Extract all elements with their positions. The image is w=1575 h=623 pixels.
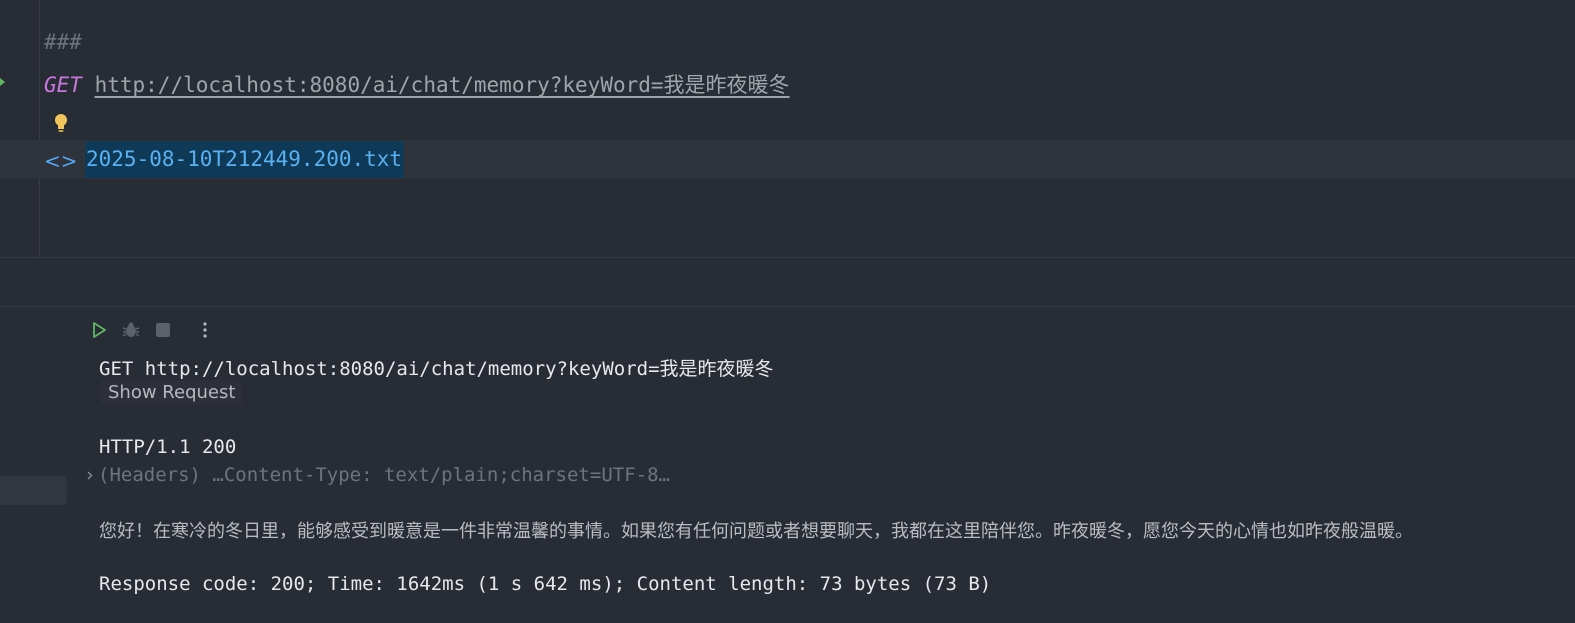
chevron-right-icon: › [84,464,96,486]
headers-fold-toggle[interactable]: › (Headers) …Content-Type: text/plain;cha… [84,464,670,486]
gutter-divider [39,0,40,257]
run-gutter-icon[interactable] [0,78,5,86]
response-status-line: HTTP/1.1 200 [99,436,237,458]
play-icon[interactable] [88,319,110,341]
request-line: GET http://localhost:8080/ai/chat/memory… [44,69,790,99]
panel-splitter[interactable] [0,257,1575,307]
response-file-link[interactable]: 2025-08-10T212449.200.txt [85,141,405,178]
request-separator-comment: ### [44,30,82,54]
request-method: GET [44,73,82,97]
request-url-link[interactable]: http://localhost:8080/ai/chat/memory?key… [95,73,790,97]
http-request-editor[interactable]: ### GET http://localhost:8080/ai/chat/me… [0,0,1575,257]
response-body: 您好！在寒冷的冬日里，能够感受到暖意是一件非常温馨的事情。如果您有任何问题或者想… [99,521,1413,542]
show-request-button[interactable]: Show Request [101,380,243,405]
more-vertical-icon[interactable] [194,319,216,341]
gutter-hover-highlight [0,476,67,505]
lightbulb-icon[interactable] [52,112,70,134]
response-summary: Response code: 200; Time: 1642ms (1 s 64… [99,573,992,595]
response-request-line: GET http://localhost:8080/ai/chat/memory… [99,358,774,380]
stop-icon[interactable] [152,319,174,341]
headers-summary: (Headers) …Content-Type: text/plain;char… [98,464,670,486]
response-file-icon: <> [44,149,78,173]
bug-icon[interactable] [120,319,142,341]
response-panel: GET http://localhost:8080/ai/chat/memory… [0,307,1575,623]
